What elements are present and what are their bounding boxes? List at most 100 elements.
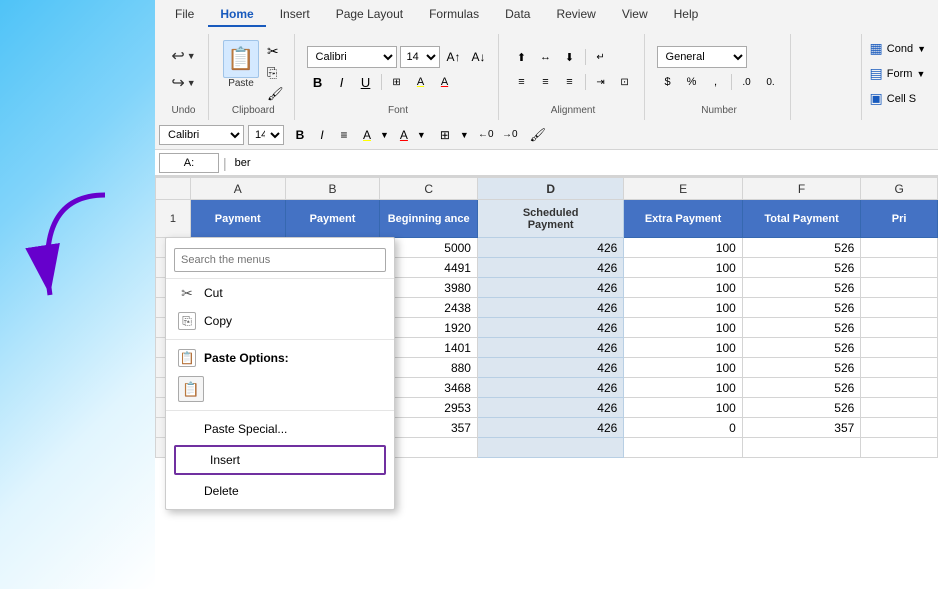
context-menu-search-input[interactable] bbox=[174, 248, 386, 272]
merge-button[interactable]: ⊡ bbox=[614, 71, 636, 93]
mini-font-size[interactable]: 14 bbox=[248, 125, 284, 145]
col-header-b[interactable]: B bbox=[285, 178, 380, 200]
font-size-select[interactable]: 14 bbox=[400, 46, 440, 68]
col-header-d[interactable]: D bbox=[477, 178, 623, 200]
number-format-select[interactable]: General bbox=[657, 46, 747, 68]
decrease-decimal-button[interactable]: 0. bbox=[760, 71, 782, 93]
row-4-g[interactable] bbox=[861, 278, 938, 298]
context-menu-paste-special[interactable]: Paste Special... bbox=[166, 415, 394, 443]
align-top-button[interactable]: ⬆ bbox=[511, 46, 533, 68]
mini-font-name[interactable]: Calibri bbox=[159, 125, 244, 145]
increase-decimal-button[interactable]: .0 bbox=[736, 71, 758, 93]
mini-font-color-button[interactable]: A bbox=[393, 125, 415, 145]
row-2-f[interactable]: 526 bbox=[742, 238, 860, 258]
increase-font-button[interactable]: A↑ bbox=[443, 46, 465, 68]
col-header-e[interactable]: E bbox=[624, 178, 742, 200]
tab-insert[interactable]: Insert bbox=[268, 3, 322, 27]
row-6-e[interactable]: 100 bbox=[624, 318, 742, 338]
row-7-f[interactable]: 526 bbox=[742, 338, 860, 358]
comma-button[interactable]: , bbox=[705, 71, 727, 93]
context-menu-insert[interactable]: Insert bbox=[174, 445, 386, 475]
cell-reference-box[interactable] bbox=[159, 153, 219, 173]
mini-fill-color-button[interactable]: A bbox=[356, 125, 378, 145]
decrease-font-button[interactable]: A↓ bbox=[468, 46, 490, 68]
row-12-e[interactable] bbox=[624, 438, 742, 458]
row-12-f[interactable] bbox=[742, 438, 860, 458]
tab-help[interactable]: Help bbox=[662, 3, 711, 27]
row-8-d[interactable]: 426 bbox=[477, 358, 623, 378]
tab-home[interactable]: Home bbox=[208, 3, 265, 27]
row-6-f[interactable]: 526 bbox=[742, 318, 860, 338]
row-2-g[interactable] bbox=[861, 238, 938, 258]
row-3-f[interactable]: 526 bbox=[742, 258, 860, 278]
row-3-e[interactable]: 100 bbox=[624, 258, 742, 278]
font-name-select[interactable]: Calibri bbox=[307, 46, 397, 68]
fill-color-button[interactable]: A bbox=[410, 71, 432, 93]
undo-button[interactable]: ↩ ▼ bbox=[167, 44, 199, 68]
cut-button[interactable]: ✂ bbox=[265, 42, 286, 61]
row-7-d[interactable]: 426 bbox=[477, 338, 623, 358]
row-11-f[interactable]: 357 bbox=[742, 418, 860, 438]
align-bottom-button[interactable]: ⬇ bbox=[559, 46, 581, 68]
format-painter-button[interactable]: 🖌 bbox=[265, 85, 286, 103]
bold-button[interactable]: B bbox=[307, 71, 329, 93]
row-7-e[interactable]: 100 bbox=[624, 338, 742, 358]
mini-decrease-indent-button[interactable]: ←0 bbox=[475, 125, 497, 145]
mini-font-color-dropdown[interactable]: ▼ bbox=[417, 130, 426, 140]
row-9-f[interactable]: 526 bbox=[742, 378, 860, 398]
col-header-c[interactable]: C bbox=[380, 178, 478, 200]
row-2-e[interactable]: 100 bbox=[624, 238, 742, 258]
row-10-g[interactable] bbox=[861, 398, 938, 418]
row-7-g[interactable] bbox=[861, 338, 938, 358]
row-6-g[interactable] bbox=[861, 318, 938, 338]
tab-file[interactable]: File bbox=[163, 3, 206, 27]
row-3-d[interactable]: 426 bbox=[477, 258, 623, 278]
context-menu-delete[interactable]: Delete bbox=[166, 477, 394, 505]
col-header-f[interactable]: F bbox=[742, 178, 860, 200]
align-right-button[interactable]: ≡ bbox=[559, 71, 581, 93]
cell-styles-button[interactable]: ▣ Cell S bbox=[866, 88, 930, 109]
context-menu-copy[interactable]: ⎘ Copy bbox=[166, 307, 394, 335]
row-10-d[interactable]: 426 bbox=[477, 398, 623, 418]
format-as-table-button[interactable]: ▤ Form ▼ bbox=[866, 63, 930, 84]
row-10-f[interactable]: 526 bbox=[742, 398, 860, 418]
row-2-d[interactable]: 426 bbox=[477, 238, 623, 258]
paste-button[interactable]: 📋 Paste bbox=[221, 38, 261, 91]
row-3-g[interactable] bbox=[861, 258, 938, 278]
context-menu-cut[interactable]: ✂ Cut bbox=[166, 279, 394, 307]
copy-button[interactable]: ⎘ bbox=[265, 64, 286, 82]
row-4-f[interactable]: 526 bbox=[742, 278, 860, 298]
row-11-e[interactable]: 0 bbox=[624, 418, 742, 438]
row-11-d[interactable]: 426 bbox=[477, 418, 623, 438]
currency-button[interactable]: $ bbox=[657, 71, 679, 93]
row-9-d[interactable]: 426 bbox=[477, 378, 623, 398]
wrap-text-button[interactable]: ↵ bbox=[590, 46, 612, 68]
row-4-d[interactable]: 426 bbox=[477, 278, 623, 298]
mini-increase-indent-button[interactable]: →0 bbox=[499, 125, 521, 145]
align-left-button[interactable]: ≡ bbox=[511, 71, 533, 93]
col-header-a[interactable]: A bbox=[190, 178, 285, 200]
row-12-g[interactable] bbox=[861, 438, 938, 458]
conditional-formatting-button[interactable]: ▦ Cond ▼ bbox=[866, 38, 930, 59]
row-5-e[interactable]: 100 bbox=[624, 298, 742, 318]
mini-border-button[interactable]: ⊞ bbox=[432, 125, 458, 145]
tab-formulas[interactable]: Formulas bbox=[417, 3, 491, 27]
border-button[interactable]: ⊞ bbox=[386, 71, 408, 93]
tab-review[interactable]: Review bbox=[544, 3, 607, 27]
formula-input[interactable] bbox=[231, 153, 934, 173]
underline-button[interactable]: U bbox=[355, 71, 377, 93]
row-9-g[interactable] bbox=[861, 378, 938, 398]
percent-button[interactable]: % bbox=[681, 71, 703, 93]
align-center-button[interactable]: ≡ bbox=[535, 71, 557, 93]
row-6-d[interactable]: 426 bbox=[477, 318, 623, 338]
row-5-g[interactable] bbox=[861, 298, 938, 318]
row-10-e[interactable]: 100 bbox=[624, 398, 742, 418]
tab-page-layout[interactable]: Page Layout bbox=[324, 3, 415, 27]
row-5-f[interactable]: 526 bbox=[742, 298, 860, 318]
row-11-g[interactable] bbox=[861, 418, 938, 438]
align-middle-button[interactable]: ↔ bbox=[535, 46, 557, 68]
row-4-e[interactable]: 100 bbox=[624, 278, 742, 298]
font-color-button[interactable]: A bbox=[434, 71, 456, 93]
paste-option-1[interactable]: 📋 bbox=[178, 376, 204, 402]
col-header-g[interactable]: G bbox=[861, 178, 938, 200]
